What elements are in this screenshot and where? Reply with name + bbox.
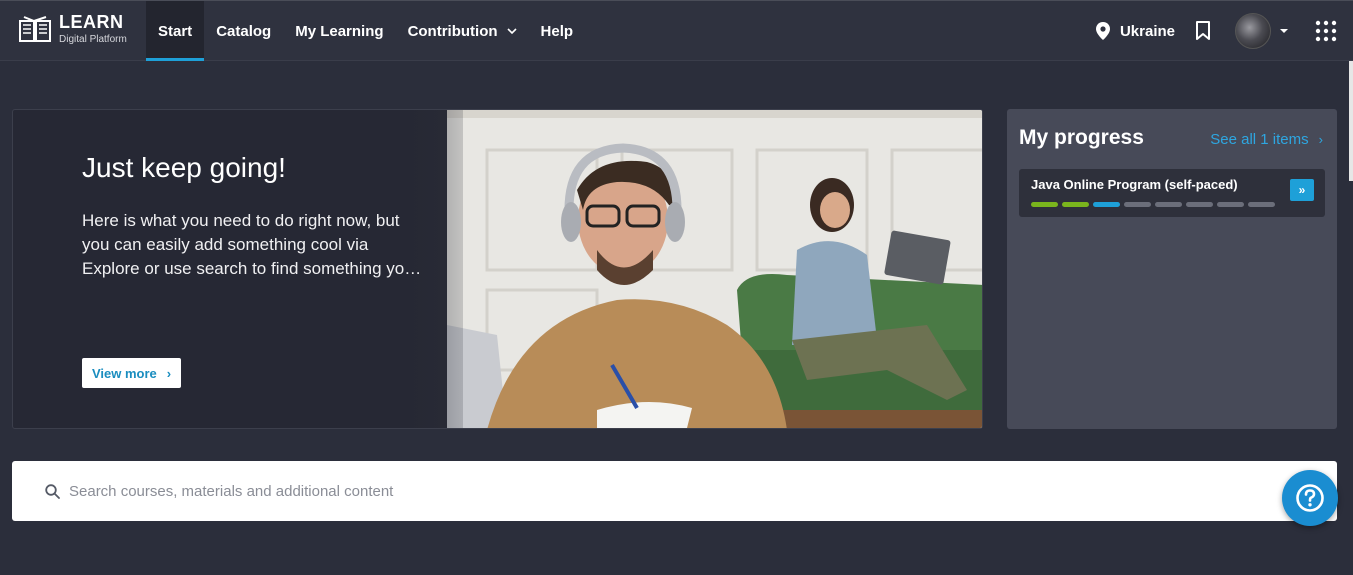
apps-grid-icon[interactable]	[1315, 20, 1337, 42]
nav-help-label: Help	[540, 22, 574, 40]
brand-title: LEARN	[59, 12, 124, 32]
caret-down-icon	[1280, 29, 1288, 33]
hero-description: Here is what you need to do right now, b…	[82, 211, 414, 278]
region-label: Ukraine	[1119, 22, 1175, 40]
brand-subtitle: Digital Platform	[59, 34, 127, 45]
nav-my-learning[interactable]: My Learning	[283, 1, 395, 61]
chevron-down-icon	[506, 28, 517, 35]
location-pin-icon	[1095, 22, 1110, 40]
user-menu[interactable]	[1235, 13, 1289, 49]
main-nav: Start Catalog My Learning Contribution H…	[146, 1, 585, 61]
search-bar	[12, 461, 1337, 521]
progress-segment	[1217, 202, 1244, 207]
progress-segment	[1155, 202, 1182, 207]
nav-help[interactable]: Help	[529, 1, 586, 61]
search-icon	[45, 483, 60, 499]
double-chevron-right-icon: »	[1298, 183, 1306, 197]
page-scrollbar[interactable]	[1349, 61, 1353, 181]
see-all-link[interactable]: See all 1 items ›	[1210, 131, 1323, 148]
students-studying-photo	[447, 110, 982, 428]
top-navigation-bar: LEARN Digital Platform Start Catalog My …	[0, 0, 1353, 61]
progress-segment	[1093, 202, 1120, 207]
progress-segment	[1031, 202, 1058, 207]
hero-title: Just keep going!	[82, 152, 286, 183]
nav-contribution[interactable]: Contribution	[396, 1, 529, 61]
progress-segment	[1248, 202, 1275, 207]
question-circle-icon	[1296, 484, 1324, 512]
course-progress-item[interactable]: Java Online Program (self-paced) »	[1019, 169, 1325, 217]
bookmark-icon[interactable]	[1195, 21, 1211, 41]
book-logo-icon	[19, 16, 51, 42]
nav-catalog[interactable]: Catalog	[204, 1, 283, 61]
nav-start-label: Start	[158, 22, 193, 40]
progress-segment	[1062, 202, 1089, 207]
progress-title: My progress	[1019, 126, 1144, 149]
see-all-label: See all 1 items	[1210, 131, 1309, 148]
nav-my-learning-label: My Learning	[295, 22, 384, 40]
avatar	[1235, 13, 1271, 49]
region-selector[interactable]: Ukraine	[1095, 22, 1175, 40]
progress-segment	[1186, 202, 1213, 207]
view-more-button[interactable]: View more ›	[82, 358, 182, 388]
nav-catalog-label: Catalog	[216, 22, 272, 40]
progress-segment	[1124, 202, 1151, 207]
nav-start[interactable]: Start	[146, 1, 205, 61]
header-tools: Ukraine	[1095, 1, 1353, 61]
my-progress-panel: My progress See all 1 items › Java Online…	[1007, 109, 1337, 429]
brand-logo[interactable]: LEARN Digital Platform	[18, 13, 127, 45]
nav-contribution-label: Contribution	[407, 22, 498, 40]
view-more-label: View more	[92, 365, 157, 381]
search-input[interactable]	[69, 482, 1169, 500]
course-name: Java Online Program (self-paced)	[1031, 177, 1238, 192]
hero-banner: Just keep going! Here is what you need t…	[12, 109, 983, 429]
chevron-right-icon: ›	[166, 365, 172, 381]
chevron-right-icon: ›	[1318, 132, 1323, 147]
course-progress-segments	[1031, 202, 1279, 207]
continue-course-button[interactable]: »	[1290, 179, 1314, 201]
help-button[interactable]	[1282, 470, 1338, 526]
